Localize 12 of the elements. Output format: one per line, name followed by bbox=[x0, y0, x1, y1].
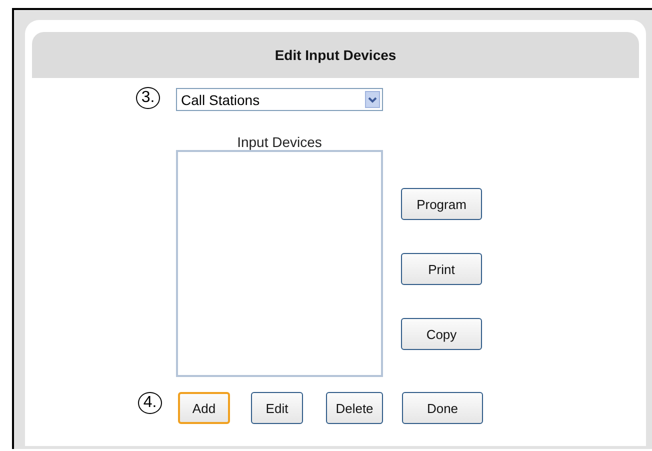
action-button[interactable]: Done bbox=[402, 392, 483, 424]
action-button[interactable]: Print bbox=[401, 253, 482, 285]
action-button[interactable]: Copy bbox=[401, 318, 482, 350]
dialog-title: Edit Input Devices bbox=[274, 47, 396, 63]
list-label: Input Devices bbox=[237, 134, 322, 150]
step-marker: 3. bbox=[136, 87, 160, 109]
device-type-dropdown[interactable]: Call Stations bbox=[176, 88, 383, 111]
step-marker: 4. bbox=[138, 392, 162, 414]
action-button[interactable]: Delete bbox=[326, 392, 383, 424]
action-button[interactable]: Program bbox=[401, 188, 482, 220]
action-button[interactable]: Add bbox=[178, 392, 230, 424]
action-button[interactable]: Edit bbox=[251, 392, 303, 424]
